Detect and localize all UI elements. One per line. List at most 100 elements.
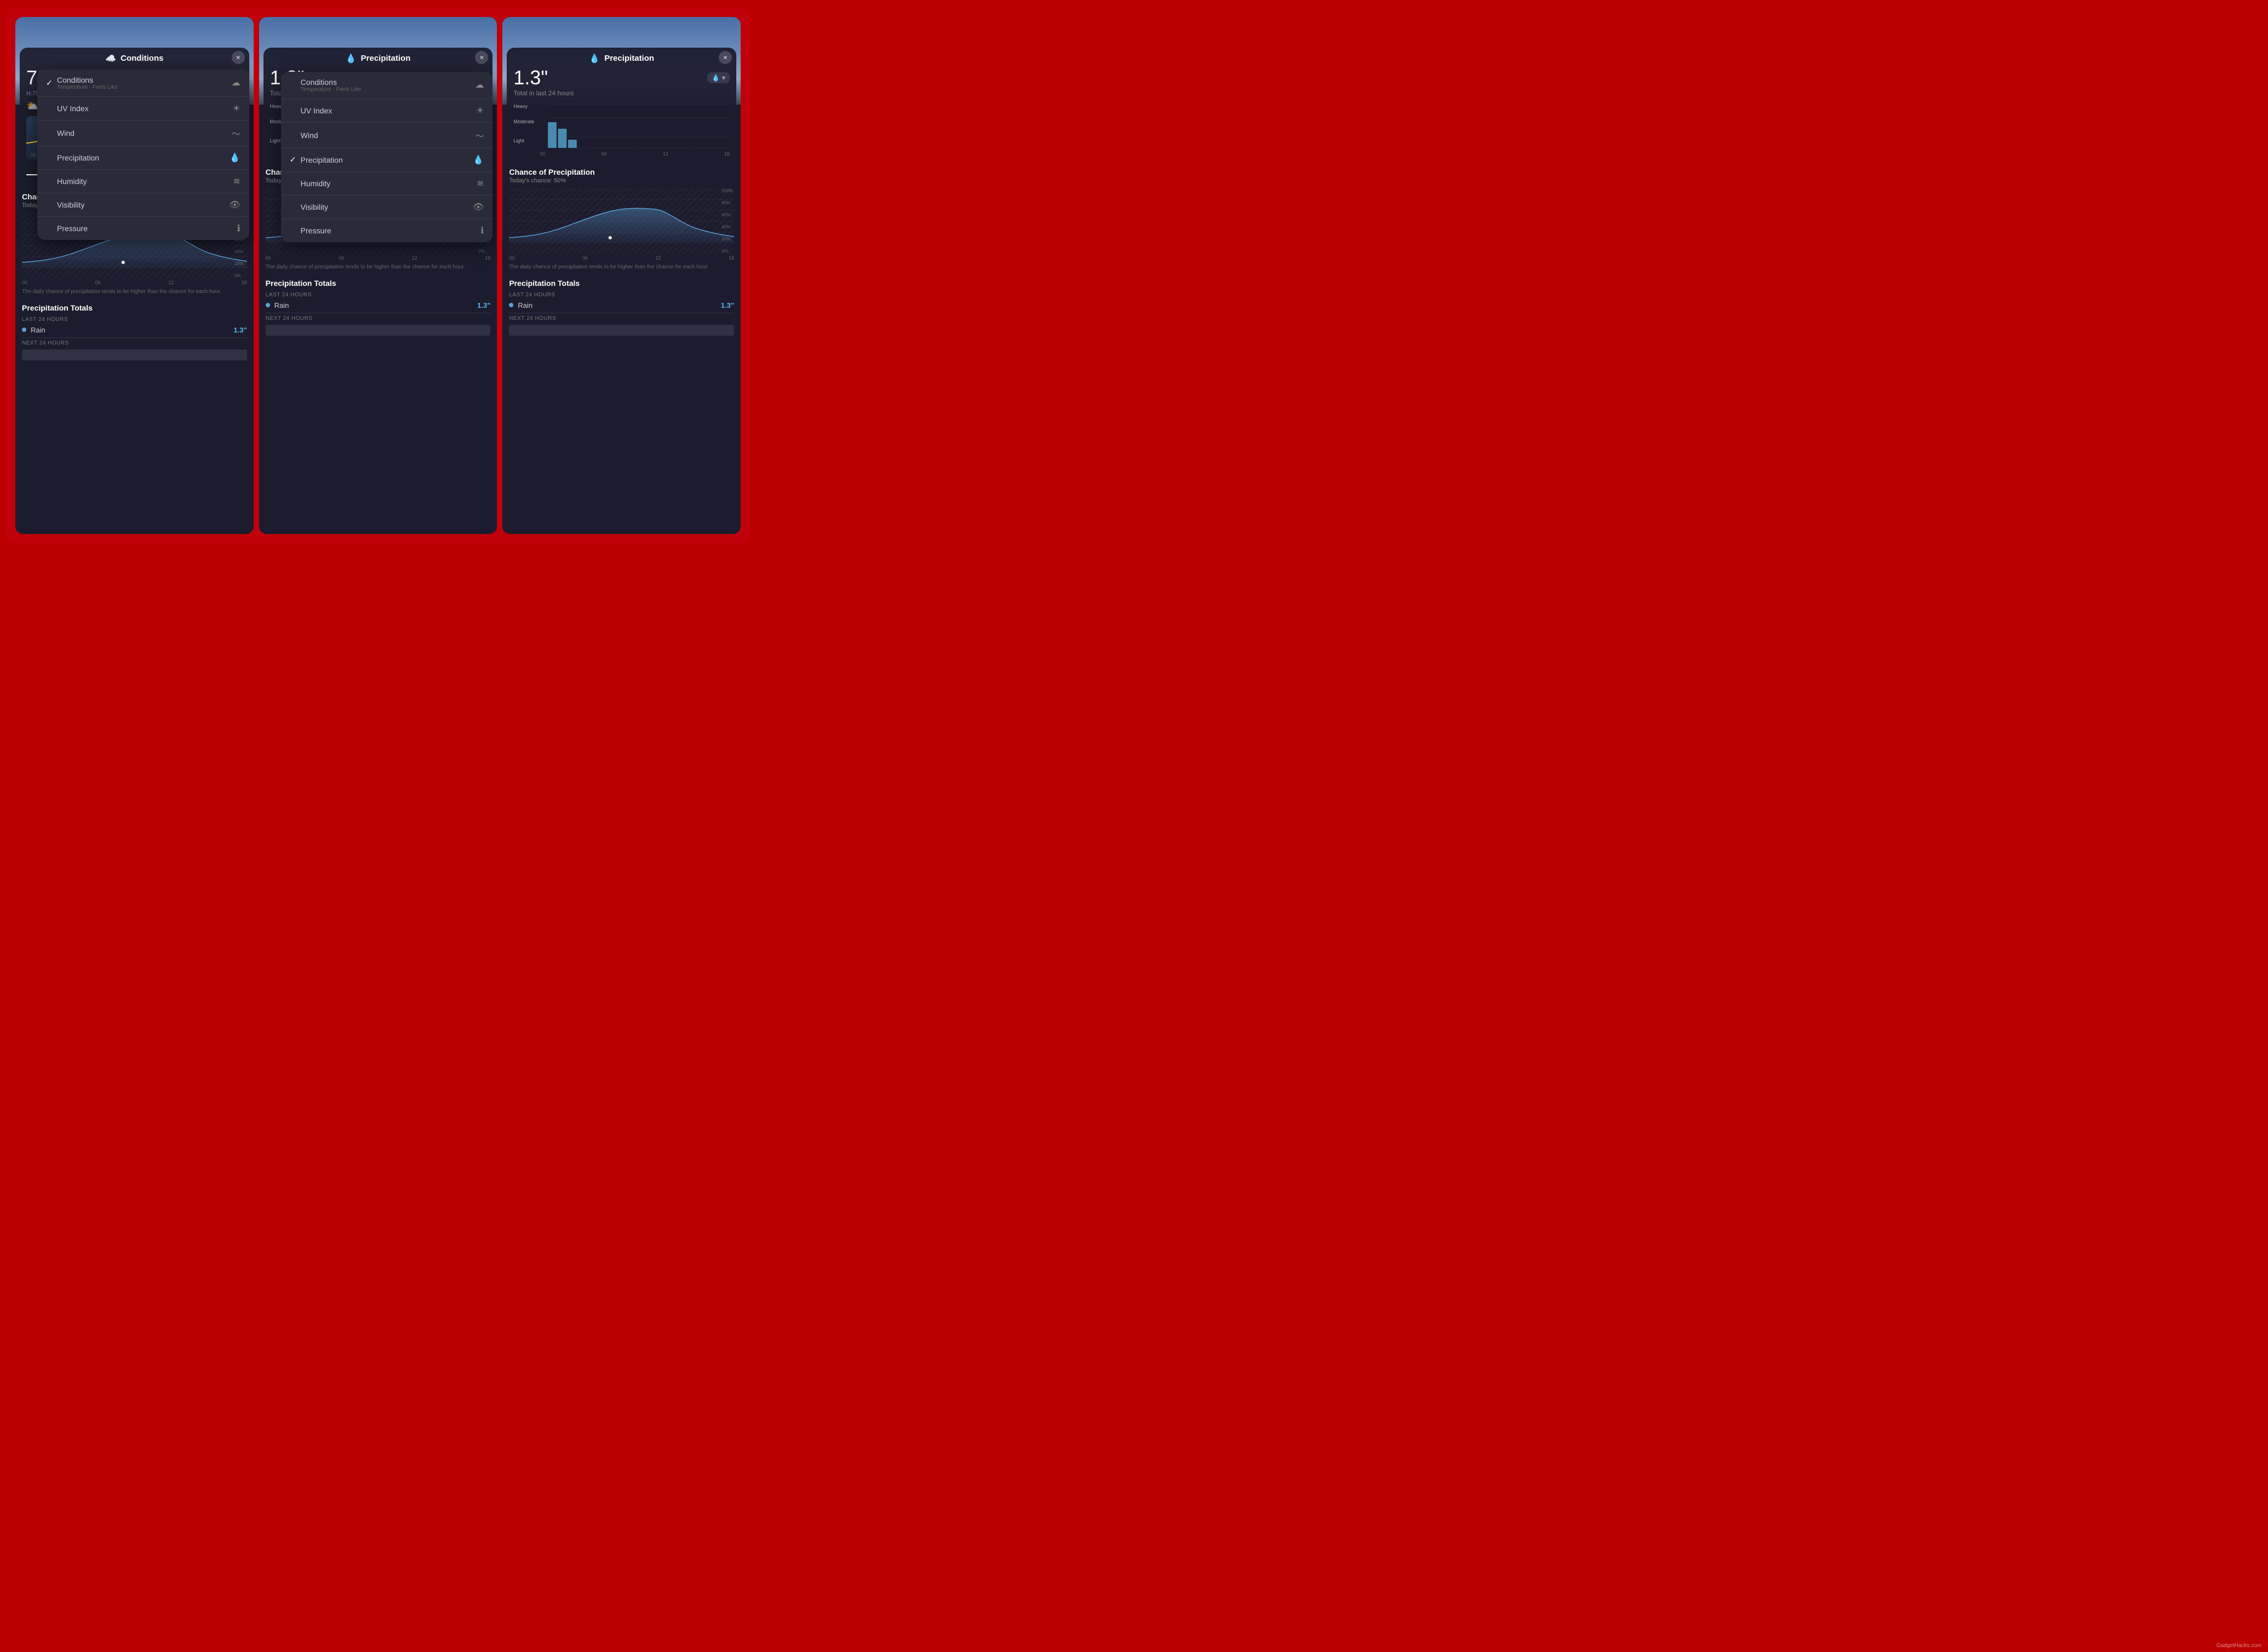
- totals-row-rain-2: Rain 1.3": [266, 301, 491, 309]
- t-label-12: 12: [168, 280, 174, 285]
- dropdown-item-precip[interactable]: Precipitation 💧: [37, 146, 249, 170]
- dropdown-item-pressure[interactable]: Pressure ℹ: [37, 217, 249, 240]
- totals-heading-3: Precipitation Totals: [509, 279, 734, 288]
- dropdown-item-humidity[interactable]: Humidity ≋: [37, 170, 249, 193]
- dropdown-label-wind: Wind: [57, 129, 227, 137]
- t-label-18-2: 18: [485, 255, 490, 261]
- bar-label-moderate-3: Moderate: [513, 119, 534, 124]
- chart-note-1: The daily chance of precipitation tends …: [22, 289, 247, 295]
- rain-value-3: 1.3": [721, 301, 734, 309]
- panel-content-3: × 💧 Precipitation 1.3" 💧 ▾ Total in last…: [502, 32, 741, 534]
- dropdown-icon-humidity: ≋: [227, 176, 240, 187]
- dropdown-item-conditions-2[interactable]: Conditions Temperature · Feels Like ☁: [281, 72, 493, 99]
- dropdown-item-visibility[interactable]: Visibility 👁: [37, 193, 249, 217]
- card-header-2: 💧 Precipitation: [270, 53, 486, 64]
- totals-last24-2: LAST 24 HOURS: [266, 292, 491, 298]
- t-label-18: 18: [242, 280, 247, 285]
- dropdown-icon-conditions-2: ☁: [471, 79, 484, 90]
- dropdown-icon-precip: 💧: [227, 152, 240, 163]
- precip-line-svg-3: [509, 188, 734, 243]
- dropdown-label-uv-2: UV Index: [301, 106, 471, 115]
- bar-label-light-2: Light: [270, 138, 281, 144]
- dropdown-icon-uv: ☀: [227, 103, 240, 114]
- dropdown-icon-3: 💧: [712, 74, 720, 82]
- dropdown-item-precip-2[interactable]: ✓ Precipitation 💧: [281, 148, 493, 172]
- precip-sub-3: Today's chance: 50%: [509, 177, 734, 184]
- dropdown-item-uv[interactable]: UV Index ☀: [37, 97, 249, 121]
- rain-value-1: 1.3": [233, 326, 247, 334]
- t-label-18-3: 18: [729, 255, 734, 261]
- totals-section-3: Precipitation Totals LAST 24 HOURS Rain …: [502, 274, 741, 340]
- precip-time-labels-2: 00 06 12 18: [266, 254, 491, 262]
- precip-amount-3: 1.3": [513, 66, 548, 89]
- bar-label-heavy-3: Heavy: [513, 104, 528, 109]
- totals-last24-3: LAST 24 HOURS: [509, 292, 734, 298]
- precip-sub-card-3: Total in last 24 hours: [513, 89, 730, 97]
- dropdown-label-pressure: Pressure: [57, 224, 227, 233]
- dropdown-label-wind-2: Wind: [301, 131, 471, 140]
- rain-dot-1: [22, 328, 26, 332]
- close-button-2[interactable]: ×: [475, 51, 488, 64]
- dropdown-label-precip-2: Precipitation: [301, 156, 471, 164]
- chart-note-3: The daily chance of precipitation tends …: [509, 264, 734, 270]
- dropdown-item-wind[interactable]: Wind 〜: [37, 121, 249, 146]
- next24-bar-1: [22, 349, 247, 360]
- dropdown-sub-conditions-2: Temperature · Feels Like: [301, 87, 471, 93]
- rain-label-2: Rain: [274, 301, 477, 309]
- rain-dot-2: [266, 303, 270, 307]
- phone-screen-3: 09:41 ▎▎▎ × 💧 Precipitation 1.: [502, 17, 741, 534]
- dropdown-item-wind-2[interactable]: Wind 〜: [281, 123, 493, 148]
- dropdown-label-humidity: Humidity: [57, 177, 227, 186]
- precip-bar-chart-3: Heavy Moderate Light: [513, 101, 730, 153]
- dropdown-icon-wind-2: 〜: [471, 129, 484, 142]
- next24-bar-2: [266, 325, 491, 336]
- scroll-area-3[interactable]: Chance of Precipitation Today's chance: …: [502, 163, 741, 534]
- dropdown-item-pressure-2[interactable]: Pressure ℹ: [281, 219, 493, 242]
- dropdown-sub-conditions: Temperature · Feels Like: [57, 84, 227, 90]
- totals-next24-1: NEXT 24 HOURS: [22, 340, 247, 346]
- dropdown-label-pressure-2: Pressure: [301, 226, 471, 235]
- t-label-06-3: 06: [582, 255, 588, 261]
- dropdown-label-humidity-2: Humidity: [301, 179, 471, 188]
- rain-dot-3: [509, 303, 513, 307]
- dropdown-icon-uv-2: ☀: [471, 105, 484, 116]
- close-button-3[interactable]: ×: [719, 51, 732, 64]
- card-header-1: ☁️ Conditions: [26, 53, 243, 64]
- dropdown-icon-conditions: ☁: [227, 77, 240, 88]
- totals-section-1: Precipitation Totals LAST 24 HOURS Rain …: [15, 299, 254, 365]
- dropdown-icon-pressure-2: ℹ: [471, 225, 484, 236]
- precip-heading-3: Chance of Precipitation: [509, 168, 734, 176]
- dropdown-icon-visibility: 👁: [227, 199, 240, 210]
- card-title-2: Precipitation: [361, 54, 411, 63]
- panel-content-2: × 💧 Precipitation 1.3" 💧 ▾ Total in last…: [259, 32, 497, 534]
- dropdown-label-visibility: Visibility: [57, 200, 227, 209]
- t-label-12-3: 12: [655, 255, 661, 261]
- bar-t-00-3: 00: [540, 151, 545, 157]
- chart-note-2: The daily chance of precipitation tends …: [266, 264, 491, 270]
- close-button-1[interactable]: ×: [232, 51, 245, 64]
- dropdown-item-visibility-2[interactable]: Visibility 👁: [281, 196, 493, 219]
- precip-chart-3: 100% 80% 60% 40% 20% 0%: [509, 188, 734, 254]
- dropdown-toggle-3[interactable]: 💧 ▾: [707, 72, 730, 83]
- rain-label-3: Rain: [518, 301, 720, 309]
- dropdown-icon-precip-2: 💧: [471, 154, 484, 165]
- bar-chart-svg-3: [513, 101, 730, 151]
- dropdown-item-humidity-2[interactable]: Humidity ≋: [281, 172, 493, 196]
- chevron-down-icon-3: ▾: [722, 74, 725, 82]
- totals-row-rain-3: Rain 1.3": [509, 301, 734, 309]
- card-header-3: 💧 Precipitation: [513, 53, 730, 64]
- phone-screen-1: 09:41 ▎▎▎ × ☁️ Conditions: [15, 17, 254, 534]
- t-label-06-2: 06: [339, 255, 344, 261]
- dropdown-item-conditions[interactable]: ✓ Conditions Temperature · Feels Like ☁: [37, 70, 249, 97]
- totals-row-rain-1: Rain 1.3": [22, 326, 247, 334]
- dropdown-label-uv: UV Index: [57, 104, 227, 113]
- precip-title-icon-3: 💧: [589, 53, 600, 64]
- phone-screen-2: 09:41 ▎▎▎ × 💧 Precipitation 1.: [259, 17, 497, 534]
- bar-t-06-3: 06: [602, 151, 607, 157]
- dropdown-label-visibility-2: Visibility: [301, 203, 471, 211]
- bar-t-12-3: 12: [663, 151, 668, 157]
- totals-section-2: Precipitation Totals LAST 24 HOURS Rain …: [259, 274, 497, 340]
- dropdown-item-uv-2[interactable]: UV Index ☀: [281, 99, 493, 123]
- t-label-00-2: 00: [266, 255, 271, 261]
- totals-next24-3: NEXT 24 HOURS: [509, 316, 734, 322]
